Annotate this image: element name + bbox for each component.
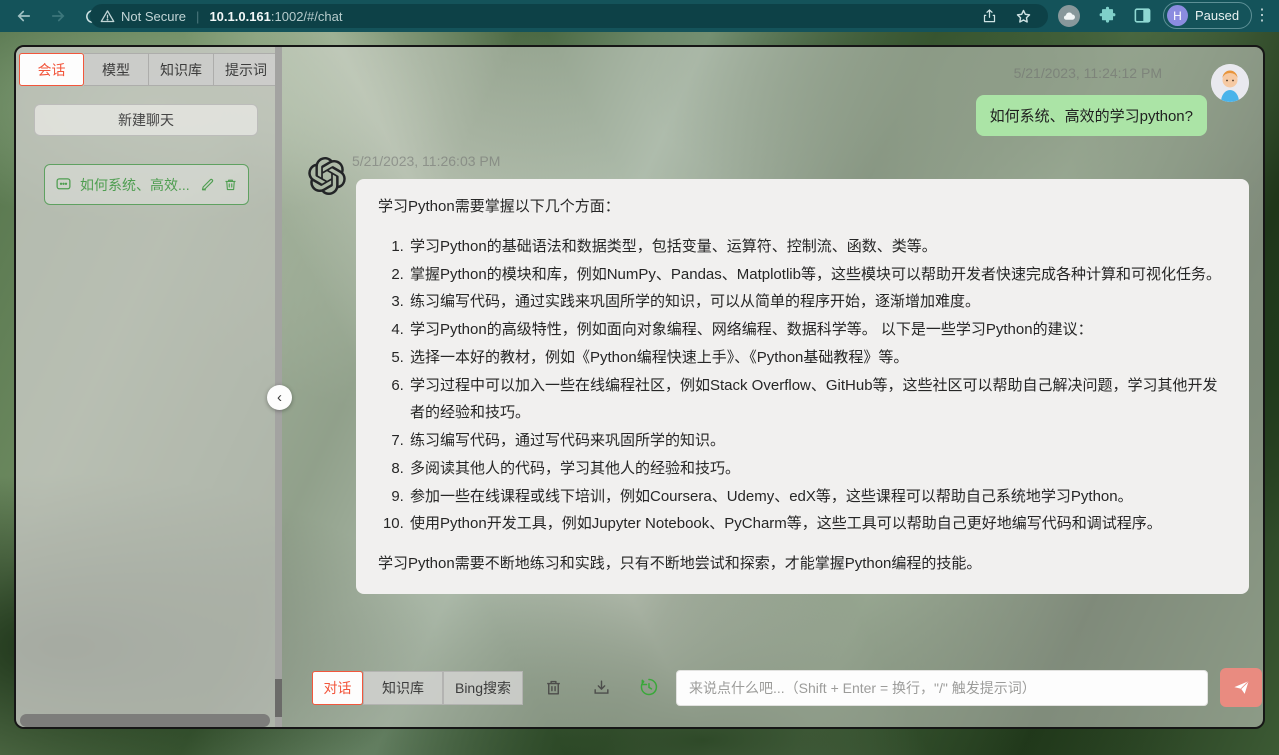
new-chat-button[interactable]: 新建聊天	[34, 104, 258, 136]
share-icon[interactable]	[982, 8, 997, 24]
sidebar-horizontal-scrollbar[interactable]	[20, 714, 270, 727]
url-host: 10.1.0.161	[209, 9, 270, 24]
edit-pencil-icon[interactable]	[200, 177, 215, 192]
list-item: 练习编写代码，通过实践来巩固所学的知识，可以从简单的程序开始，逐渐增加难度。	[408, 288, 1227, 316]
profile-paused-button[interactable]: H Paused	[1163, 2, 1252, 29]
assistant-outro: 学习Python需要不断地练习和实践，只有不断地尝试和探索，才能掌握Python…	[378, 550, 1227, 578]
cloud-extension-icon[interactable]	[1058, 5, 1080, 27]
chat-app-window: 会话 模型 知识库 提示词 新建聊天 如何系统、高效... ‹ 5/21/202…	[14, 45, 1265, 729]
conversation-list-item[interactable]: 如何系统、高效...	[44, 164, 249, 205]
address-bar[interactable]: Not Secure | 10.1.0.161:1002/#/chat	[90, 4, 1048, 28]
send-button[interactable]	[1220, 668, 1262, 707]
mode-tab-bing-search[interactable]: Bing搜索	[443, 671, 523, 705]
openai-logo-icon	[308, 157, 346, 195]
url-separator: |	[196, 9, 199, 24]
tab-prompts[interactable]: 提示词	[214, 53, 279, 86]
chat-bubble-icon	[55, 176, 72, 193]
security-label: Not Secure	[121, 9, 186, 24]
bookmark-star-icon[interactable]	[1015, 8, 1032, 25]
list-item: 练习编写代码，通过写代码来巩固所学的知识。	[408, 427, 1227, 455]
list-item: 学习Python的高级特性，例如面向对象编程、网络编程、数据科学等。 以下是一些…	[408, 316, 1227, 344]
browser-toolbar: Not Secure | 10.1.0.161:1002/#/chat H Pa…	[0, 0, 1279, 32]
assistant-message-timestamp: 5/21/2023, 11:26:03 PM	[352, 153, 500, 169]
browser-menu-icon[interactable]: ⋮	[1254, 5, 1270, 25]
mode-tab-knowledge-base[interactable]: 知识库	[363, 671, 443, 705]
history-clock-icon[interactable]	[638, 676, 660, 698]
message-input[interactable]	[676, 670, 1208, 706]
url-path: :1002/#/chat	[271, 9, 343, 24]
composer: 对话 知识库 Bing搜索	[282, 668, 1265, 708]
chat-main-area: 5/21/2023, 11:24:12 PM 如何系统、高效的学习python?…	[282, 47, 1265, 729]
list-item: 学习Python的基础语法和数据类型，包括变量、运算符、控制流、函数、类等。	[408, 233, 1227, 261]
extensions-puzzle-icon[interactable]	[1098, 6, 1117, 30]
assistant-intro: 学习Python需要掌握以下几个方面：	[378, 193, 1227, 221]
list-item: 学习过程中可以加入一些在线编程社区，例如Stack Overflow、GitHu…	[408, 372, 1227, 428]
list-item: 多阅读其他人的代码，学习其他人的经验和技巧。	[408, 455, 1227, 483]
assistant-list: 学习Python的基础语法和数据类型，包括变量、运算符、控制流、函数、类等。掌握…	[378, 233, 1227, 538]
side-panel-icon[interactable]	[1133, 6, 1152, 30]
collapse-sidebar-button[interactable]: ‹	[267, 385, 292, 410]
delete-trash-icon[interactable]	[223, 177, 238, 192]
list-item: 使用Python开发工具，例如Jupyter Notebook、PyCharm等…	[408, 510, 1227, 538]
not-secure-warning-icon	[100, 9, 115, 24]
paper-plane-icon	[1232, 678, 1251, 697]
download-icon[interactable]	[590, 676, 612, 698]
paused-label: Paused	[1195, 8, 1239, 23]
conversation-title: 如何系统、高效...	[80, 175, 192, 195]
assistant-message-bubble: 学习Python需要掌握以下几个方面： 学习Python的基础语法和数据类型，包…	[356, 179, 1249, 594]
mode-tab-chat[interactable]: 对话	[312, 671, 363, 705]
tab-knowledge-base[interactable]: 知识库	[149, 53, 214, 86]
sidebar: 会话 模型 知识库 提示词 新建聊天 如何系统、高效...	[16, 47, 275, 729]
avatar: H	[1167, 5, 1188, 26]
sidebar-tabbar: 会话 模型 知识库 提示词	[19, 53, 279, 86]
list-item: 掌握Python的模块和库，例如NumPy、Pandas、Matplotlib等…	[408, 261, 1227, 289]
list-item: 参加一些在线课程或线下培训，例如Coursera、Udemy、edX等，这些课程…	[408, 483, 1227, 511]
clear-trash-icon[interactable]	[542, 676, 564, 698]
list-item: 选择一本好的教材，例如《Python编程快速上手》、《Python基础教程》等。	[408, 344, 1227, 372]
back-icon[interactable]	[14, 6, 34, 26]
user-message-timestamp: 5/21/2023, 11:24:12 PM	[1014, 65, 1162, 81]
forward-icon[interactable]	[48, 6, 68, 26]
user-avatar	[1211, 64, 1249, 102]
user-message-bubble: 如何系统、高效的学习python?	[976, 95, 1207, 136]
divider-scrollbar-thumb[interactable]	[275, 679, 282, 717]
tab-conversations[interactable]: 会话	[19, 53, 84, 86]
tab-models[interactable]: 模型	[84, 53, 149, 86]
